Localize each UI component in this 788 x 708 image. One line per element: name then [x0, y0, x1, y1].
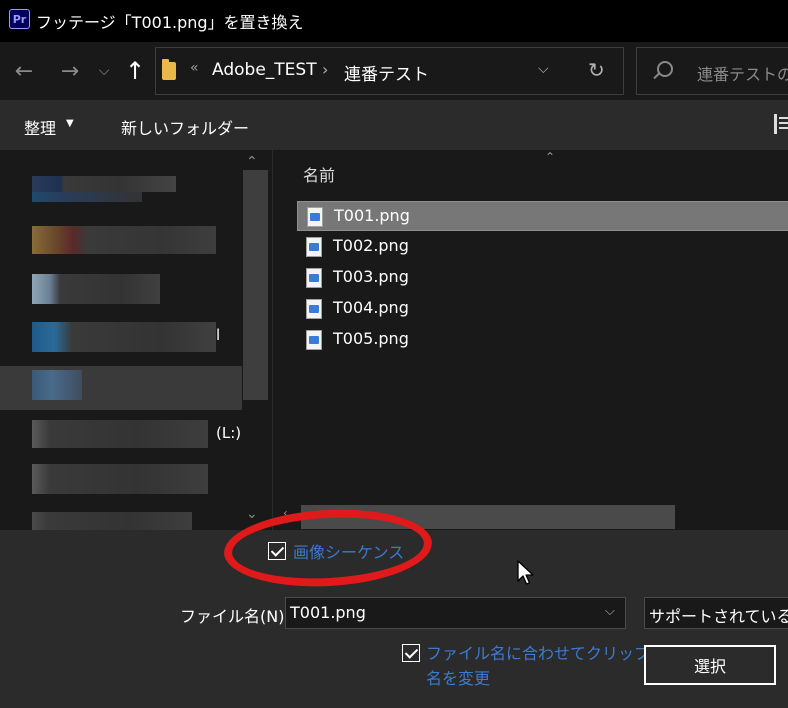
command-bar: 整理 ▼ 新しいフォルダー	[0, 100, 788, 150]
blurred-nav-label	[32, 370, 82, 400]
nav-item[interactable]	[0, 170, 242, 214]
png-file-icon	[306, 237, 322, 257]
file-name: T001.png	[334, 206, 410, 225]
blurred-nav-label	[32, 420, 208, 448]
file-type-select[interactable]: サポートされているす	[644, 597, 788, 629]
blurred-nav-label	[32, 192, 142, 202]
file-name-value: T001.png	[290, 603, 366, 622]
rename-clip-label-continued[interactable]: 名を変更	[426, 665, 490, 689]
organize-caret-icon[interactable]: ▼	[66, 118, 74, 129]
nav-scroll-down-icon[interactable]: ⌄	[246, 506, 258, 522]
new-folder-button[interactable]: 新しいフォルダー	[121, 115, 249, 139]
blurred-nav-label	[32, 274, 160, 304]
breadcrumb-adobe-test[interactable]: Adobe_TEST	[212, 60, 317, 80]
nav-item[interactable]: (L:)	[0, 414, 242, 458]
blurred-nav-label	[32, 226, 216, 254]
view-options-icon[interactable]	[774, 114, 788, 134]
nav-item-label: l	[216, 326, 221, 344]
title-bar: Pr フッテージ「T001.png」を置き換え	[0, 0, 788, 42]
nav-item[interactable]	[0, 460, 242, 504]
search-icon	[657, 61, 673, 77]
file-name: T004.png	[333, 298, 409, 317]
png-file-icon	[306, 268, 322, 288]
file-name: T003.png	[333, 267, 409, 286]
nav-item-label: (L:)	[216, 424, 242, 442]
file-row[interactable]: T005.png	[297, 325, 788, 355]
file-type-value: サポートされているす	[649, 607, 788, 626]
file-name-label: ファイル名(N):	[180, 607, 290, 626]
nav-item-selected[interactable]	[0, 366, 242, 410]
search-placeholder: 連番テストの	[697, 65, 788, 84]
window-title: フッテージ「T001.png」を置き換え	[36, 13, 304, 32]
blurred-nav-label	[32, 176, 176, 192]
forward-arrow-icon[interactable]: →	[54, 42, 86, 100]
breadcrumb-separator-icon[interactable]: ›	[322, 60, 328, 79]
file-name-input[interactable]: T001.png ⌵	[285, 597, 626, 629]
file-row[interactable]: T002.png	[297, 232, 788, 262]
nav-item[interactable]	[0, 506, 242, 530]
breadcrumb-sequence-test[interactable]: 連番テスト	[344, 60, 429, 85]
png-file-icon	[307, 207, 323, 227]
chevron-down-icon[interactable]: ⌵	[605, 604, 615, 619]
folder-icon	[162, 59, 176, 80]
file-name: T005.png	[333, 329, 409, 348]
premiere-logo-icon: Pr	[9, 9, 30, 29]
nav-scrollbar-thumb[interactable]	[243, 170, 268, 400]
file-name: T002.png	[333, 236, 409, 255]
nav-item[interactable]	[0, 270, 242, 314]
file-list: ⌃ 名前 T001.png T002.png T003.png T004.png…	[272, 150, 788, 530]
blurred-nav-label	[32, 512, 192, 530]
file-row-selected[interactable]: T001.png	[297, 201, 788, 231]
sort-ascending-icon: ⌃	[545, 150, 556, 164]
file-row[interactable]: T004.png	[297, 294, 788, 324]
blurred-nav-label	[32, 464, 208, 494]
png-file-icon	[306, 330, 322, 350]
up-arrow-icon[interactable]: ↑	[122, 42, 148, 100]
rename-clip-label[interactable]: ファイル名に合わせてクリップ	[426, 640, 650, 664]
organize-button[interactable]: 整理	[24, 115, 56, 139]
recent-locations-chevron-icon[interactable]: ⌵	[92, 42, 116, 100]
breadcrumb-overflow[interactable]: «	[190, 60, 199, 76]
navigation-pane: ⌃ l (L:) ⌄	[0, 150, 272, 530]
search-input[interactable]: 連番テストの	[636, 47, 788, 95]
nav-item[interactable]: l	[0, 318, 242, 362]
blurred-nav-label	[32, 322, 216, 352]
select-button[interactable]: 選択	[644, 645, 776, 685]
refresh-icon[interactable]: ↻	[588, 58, 605, 82]
address-history-chevron-icon[interactable]: ⌵	[538, 61, 549, 77]
file-row[interactable]: T003.png	[297, 263, 788, 293]
address-bar[interactable]: « Adobe_TEST › 連番テスト ⌵ ↻	[155, 47, 624, 95]
mouse-pointer-icon	[517, 560, 534, 585]
back-arrow-icon[interactable]: ←	[8, 42, 40, 100]
nav-scroll-up-icon[interactable]: ⌃	[246, 154, 258, 170]
column-header-name[interactable]: 名前	[303, 162, 335, 186]
png-file-icon	[306, 299, 322, 319]
rename-clip-checkbox[interactable]	[402, 644, 420, 662]
nav-item[interactable]	[0, 220, 242, 264]
address-bar-row: ← → ⌵ ↑ « Adobe_TEST › 連番テスト ⌵ ↻ 連番テストの	[0, 42, 788, 100]
